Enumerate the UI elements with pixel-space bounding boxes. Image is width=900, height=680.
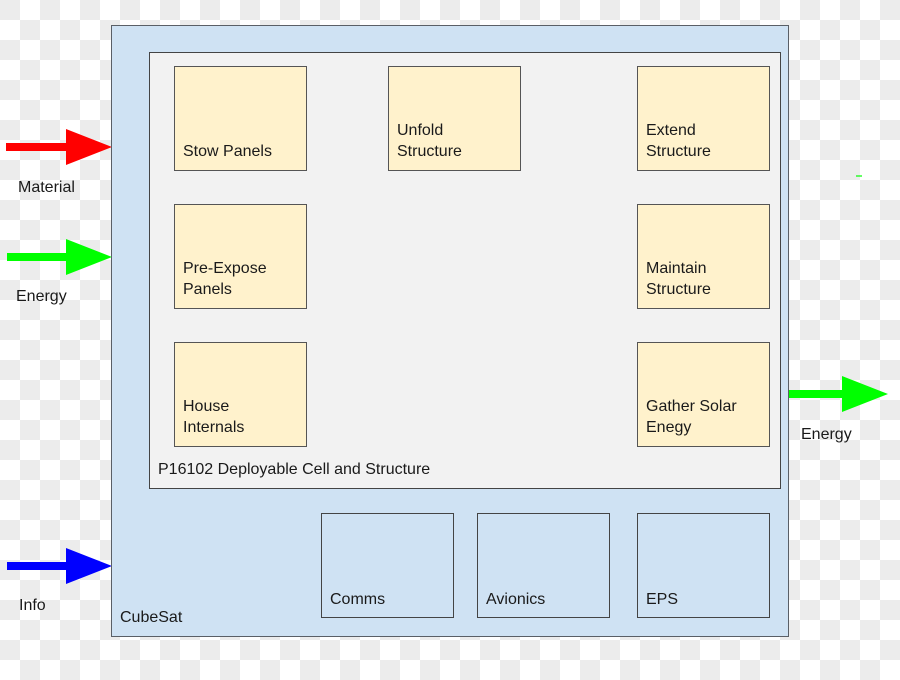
maintain-structure-block[interactable]: Maintain Structure — [637, 204, 770, 309]
material-input-arrow — [6, 129, 112, 165]
stow-panels-label: Stow Panels — [183, 143, 272, 160]
house-internals-block[interactable]: House Internals — [174, 342, 307, 447]
extend-structure-label: Extend Structure — [646, 122, 711, 160]
stow-panels-block[interactable]: Stow Panels — [174, 66, 307, 171]
avionics-label: Avionics — [486, 591, 546, 608]
energy-output-label: Energy — [801, 426, 852, 443]
pre-expose-panels-block[interactable]: Pre-Expose Panels — [174, 204, 307, 309]
extend-structure-block[interactable]: Extend Structure — [637, 66, 770, 171]
cubesat-label: CubeSat — [120, 609, 183, 626]
comms-label: Comms — [330, 591, 386, 608]
gather-solar-energy-block[interactable]: Gather Solar Enegy — [637, 342, 770, 447]
pre-expose-panels-label: Pre-Expose Panels — [183, 260, 267, 298]
eps-block[interactable]: EPS — [637, 513, 770, 618]
energy-input-arrow — [7, 239, 112, 275]
info-input-label: Info — [19, 597, 46, 614]
maintain-structure-label: Maintain Structure — [646, 260, 711, 298]
deployable-cell-label: P16102 Deployable Cell and Structure — [158, 461, 431, 478]
info-input-arrow — [7, 548, 112, 584]
comms-block[interactable]: Comms — [321, 513, 454, 618]
avionics-block[interactable]: Avionics — [477, 513, 610, 618]
eps-label: EPS — [646, 591, 679, 608]
unfold-structure-label: Unfold Structure — [397, 122, 462, 160]
house-internals-label: House Internals — [183, 398, 245, 436]
material-input-label: Material — [18, 179, 75, 196]
unfold-structure-block[interactable]: Unfold Structure — [388, 66, 521, 171]
gather-solar-energy-label: Gather Solar Enegy — [646, 398, 737, 436]
energy-input-label: Energy — [16, 288, 67, 305]
